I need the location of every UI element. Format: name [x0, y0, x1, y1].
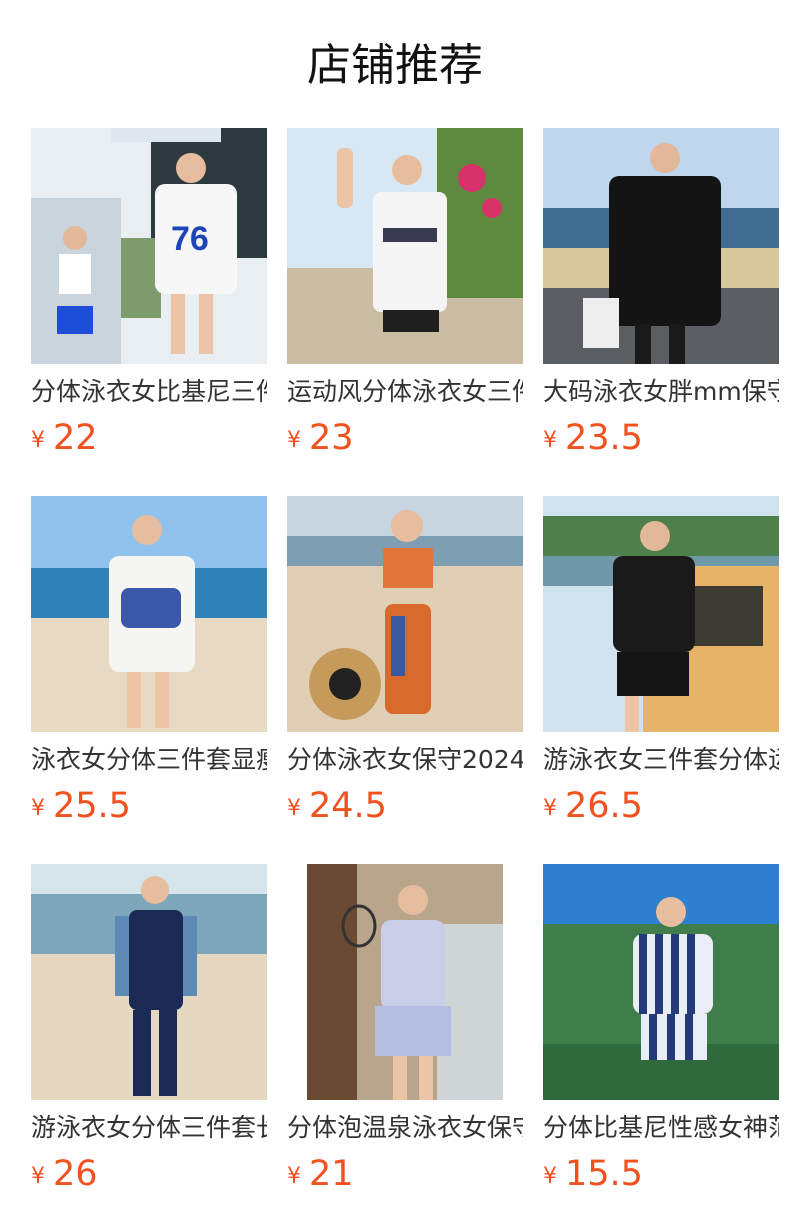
product-price: ¥26.5	[543, 787, 779, 825]
product-card[interactable]: 游泳衣女分体三件套长袖 ¥26	[31, 864, 267, 1232]
product-card[interactable]: 分体泳衣女保守2024新款 ¥24.5	[287, 496, 523, 864]
currency-symbol: ¥	[31, 1164, 45, 1189]
product-title[interactable]: 分体泡温泉泳衣女保守遮肉	[287, 1113, 523, 1143]
product-title[interactable]: 大码泳衣女胖mm保守遮肉	[543, 377, 779, 407]
product-grid: 76 分体泳衣女比基尼三件套 ¥22 运动风	[31, 128, 779, 1232]
currency-symbol: ¥	[287, 428, 301, 453]
product-price: ¥15.5	[543, 1155, 779, 1193]
product-title[interactable]: 游泳衣女三件套分体运动风	[543, 745, 779, 775]
currency-symbol: ¥	[31, 428, 45, 453]
currency-symbol: ¥	[543, 428, 557, 453]
product-card[interactable]: 分体比基尼性感女神范 ¥15.5	[543, 864, 779, 1232]
product-title[interactable]: 泳衣女分体三件套显瘦遮肉	[31, 745, 267, 775]
currency-symbol: ¥	[287, 1164, 301, 1189]
product-image[interactable]	[31, 496, 267, 732]
product-title[interactable]: 游泳衣女分体三件套长袖	[31, 1113, 267, 1143]
page-title: 店铺推荐	[307, 40, 483, 91]
product-image[interactable]: 76	[31, 128, 267, 364]
product-card[interactable]: 分体泡温泉泳衣女保守遮肉 ¥21	[287, 864, 523, 1232]
product-image[interactable]	[287, 128, 523, 364]
currency-symbol: ¥	[31, 796, 45, 821]
price-amount: 26.5	[565, 786, 643, 826]
product-price: ¥23	[287, 419, 523, 457]
product-title[interactable]: 分体比基尼性感女神范	[543, 1113, 779, 1143]
price-amount: 22	[53, 418, 98, 458]
product-card[interactable]: 游泳衣女三件套分体运动风 ¥26.5	[543, 496, 779, 864]
product-price: ¥26	[31, 1155, 267, 1193]
product-price: ¥25.5	[31, 787, 267, 825]
price-amount: 23.5	[565, 418, 643, 458]
price-amount: 26	[53, 1154, 98, 1194]
product-title[interactable]: 分体泳衣女保守2024新款	[287, 745, 523, 775]
product-image[interactable]	[287, 864, 523, 1100]
product-image[interactable]	[31, 864, 267, 1100]
price-amount: 23	[309, 418, 354, 458]
product-card[interactable]: 运动风分体泳衣女三件套 ¥23	[287, 128, 523, 496]
currency-symbol: ¥	[543, 1164, 557, 1189]
product-price: ¥23.5	[543, 419, 779, 457]
product-image[interactable]	[287, 496, 523, 732]
product-price: ¥24.5	[287, 787, 523, 825]
product-price: ¥21	[287, 1155, 523, 1193]
product-card[interactable]: 76 分体泳衣女比基尼三件套 ¥22	[31, 128, 267, 496]
product-image[interactable]	[543, 864, 779, 1100]
product-image[interactable]	[543, 128, 779, 364]
currency-symbol: ¥	[543, 796, 557, 821]
product-card[interactable]: 大码泳衣女胖mm保守遮肉 ¥23.5	[543, 128, 779, 496]
price-amount: 21	[309, 1154, 354, 1194]
product-price: ¥22	[31, 419, 267, 457]
product-image[interactable]	[543, 496, 779, 732]
svg-text:76: 76	[171, 220, 209, 258]
currency-symbol: ¥	[287, 796, 301, 821]
product-title[interactable]: 运动风分体泳衣女三件套	[287, 377, 523, 407]
price-amount: 25.5	[53, 786, 131, 826]
price-amount: 15.5	[565, 1154, 643, 1194]
price-amount: 24.5	[309, 786, 387, 826]
product-title[interactable]: 分体泳衣女比基尼三件套	[31, 377, 267, 407]
product-card[interactable]: 泳衣女分体三件套显瘦遮肉 ¥25.5	[31, 496, 267, 864]
